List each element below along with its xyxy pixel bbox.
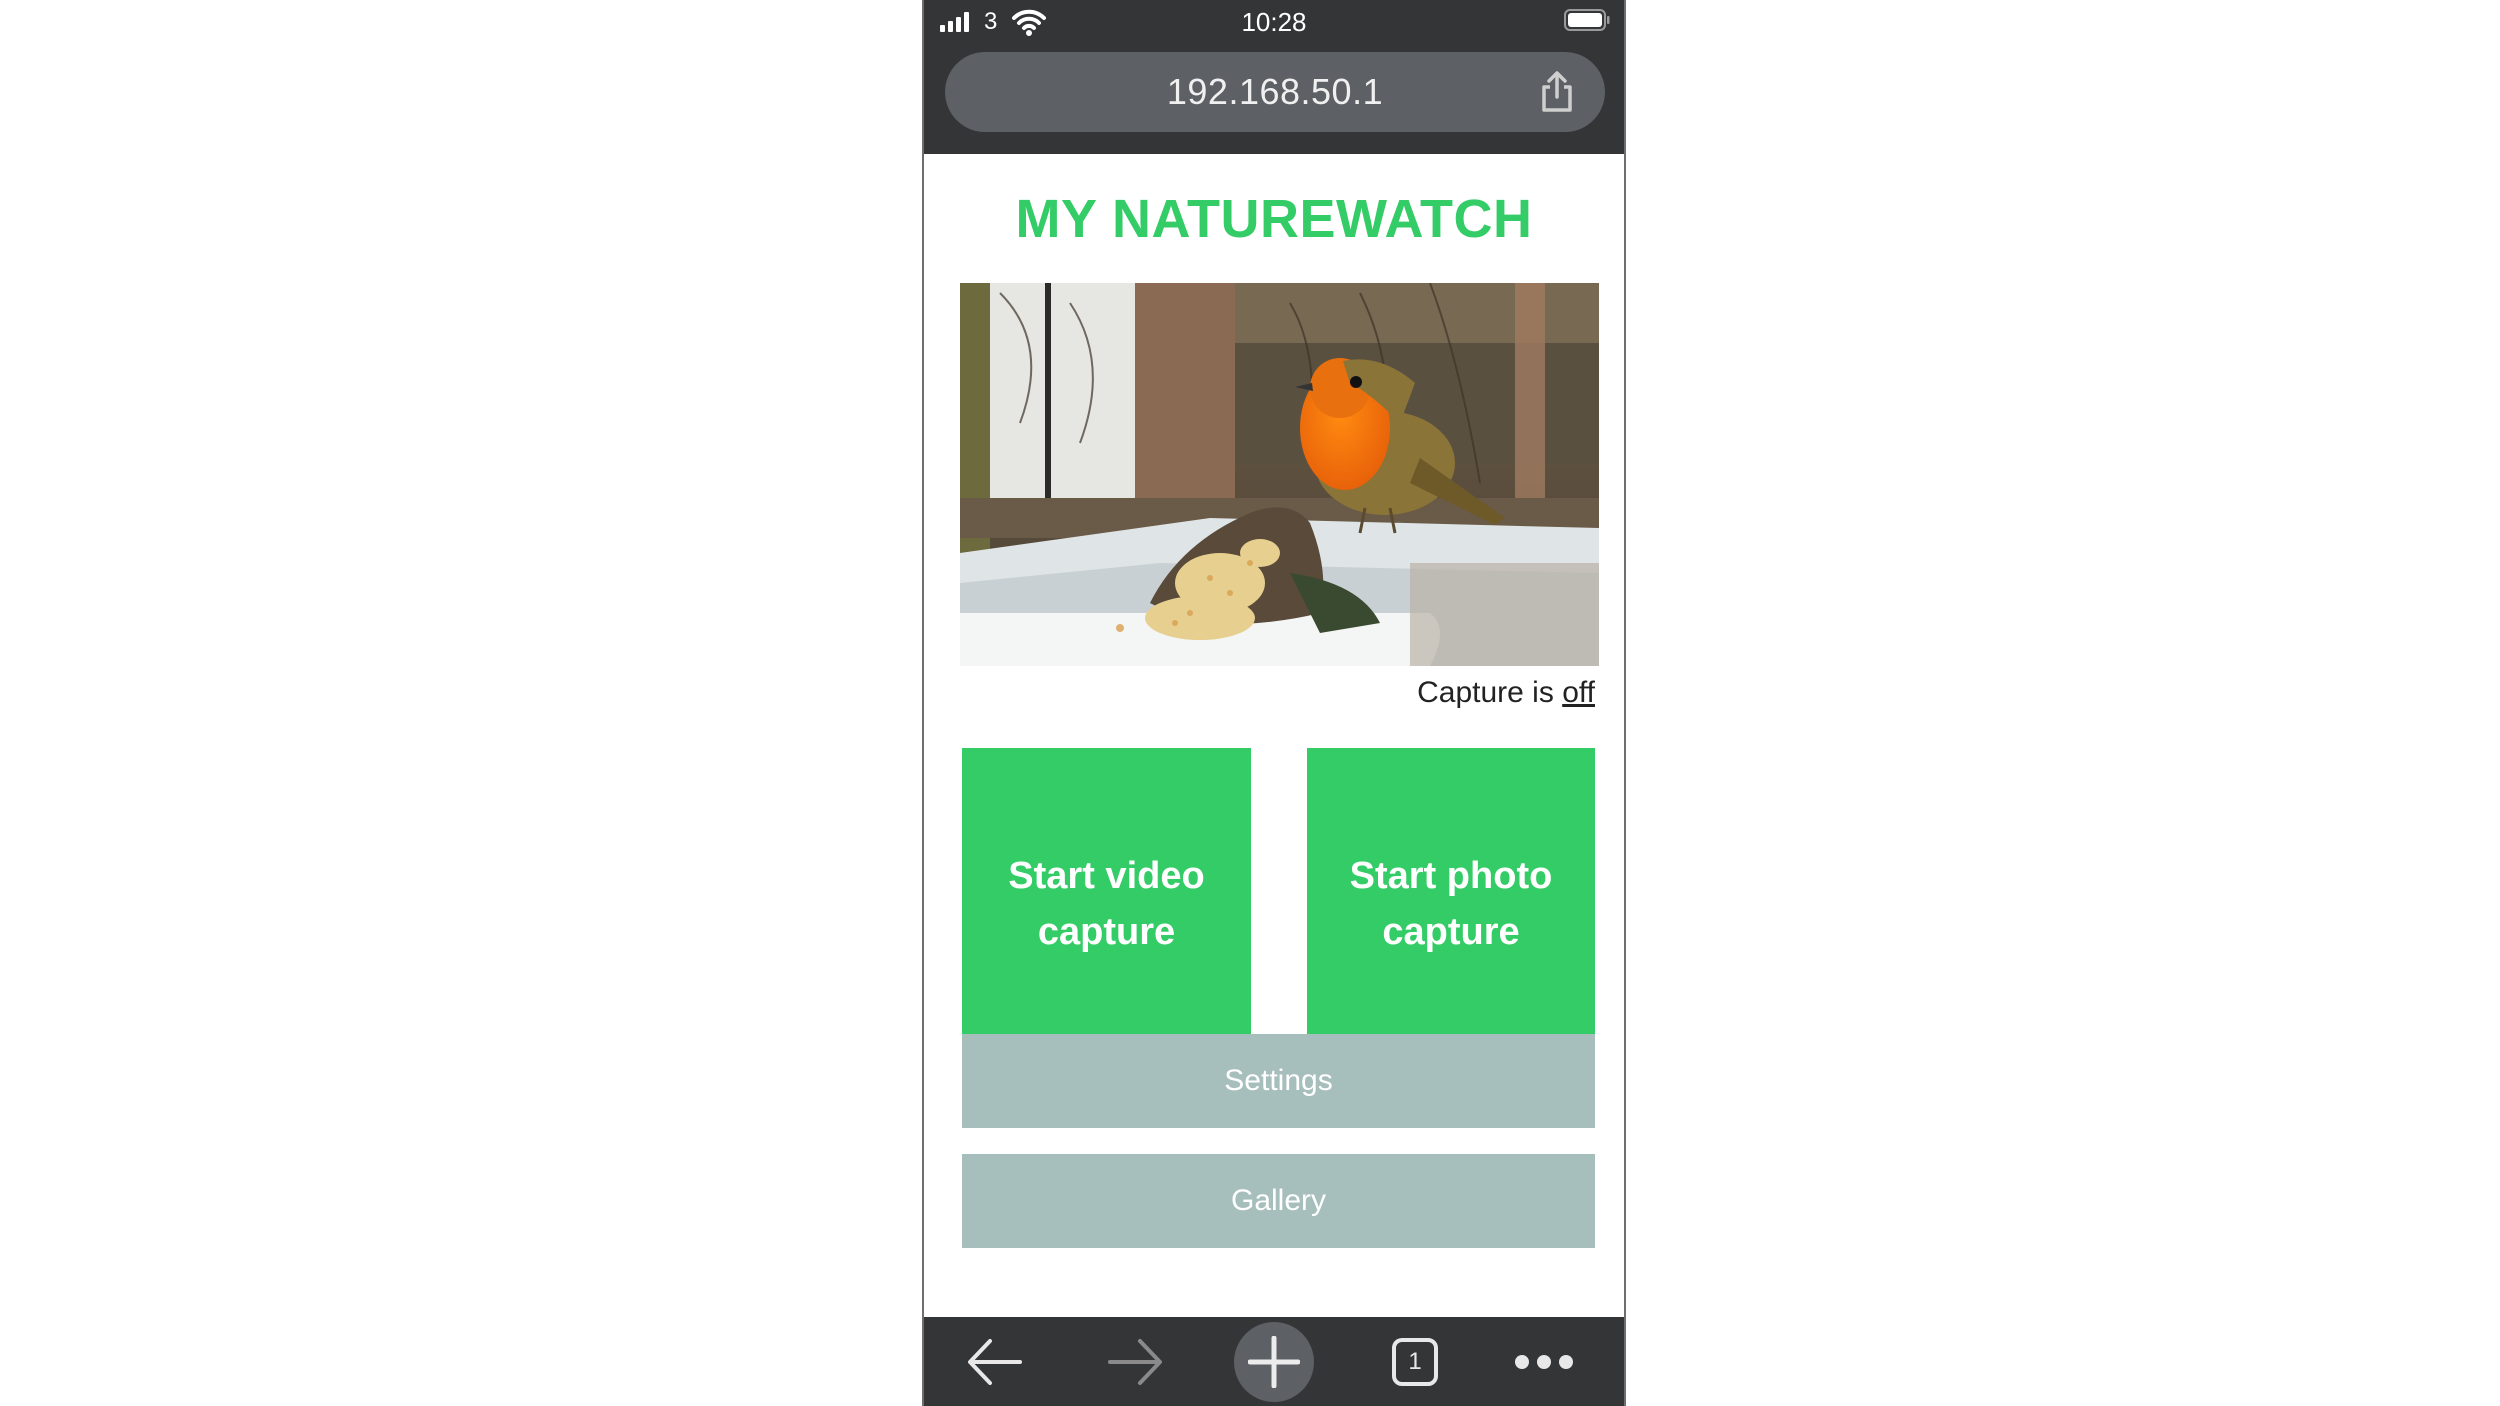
browser-top-bar: 3 10:28 192.168.50.1 xyxy=(924,0,1624,154)
status-time: 10:28 xyxy=(1241,7,1307,37)
plus-icon xyxy=(1248,1335,1300,1388)
url-text[interactable]: 192.168.50.1 xyxy=(1167,71,1383,113)
capture-status-label: Capture is xyxy=(1417,676,1563,709)
tab-count-icon: 1 xyxy=(1392,1337,1438,1386)
capture-state-link[interactable]: off xyxy=(1562,676,1595,709)
capture-status: Capture is off xyxy=(1417,676,1595,710)
tab-count: 1 xyxy=(1408,1347,1422,1375)
gallery-button[interactable]: Gallery xyxy=(962,1154,1595,1248)
page-title: MY NATUREWATCH xyxy=(1015,189,1533,249)
start-photo-capture-button[interactable]: Start photo capture xyxy=(1307,748,1595,1059)
more-menu-button[interactable] xyxy=(1494,1317,1594,1406)
camera-feed-image xyxy=(960,283,1599,666)
battery-icon xyxy=(1564,9,1610,31)
browser-bottom-toolbar: 1 xyxy=(924,1317,1624,1406)
start-video-capture-button[interactable]: Start video capture xyxy=(962,748,1251,1059)
tabs-button[interactable]: 1 xyxy=(1370,1317,1460,1406)
address-bar[interactable]: 192.168.50.1 xyxy=(945,52,1605,132)
back-button[interactable] xyxy=(950,1317,1040,1406)
back-arrow-icon xyxy=(968,1338,1022,1385)
share-icon[interactable] xyxy=(1537,70,1577,114)
forward-arrow-icon xyxy=(1108,1338,1162,1385)
new-tab-circle xyxy=(1234,1321,1314,1402)
status-bar: 3 10:28 xyxy=(924,0,1624,44)
phone-screen: 3 10:28 192.168.50.1 MY NATUREWATCH Capt… xyxy=(922,0,1626,1406)
new-tab-button[interactable] xyxy=(1233,1317,1315,1406)
settings-button[interactable]: Settings xyxy=(962,1034,1595,1128)
forward-button[interactable] xyxy=(1090,1317,1180,1406)
more-dots-icon xyxy=(1515,1354,1573,1369)
